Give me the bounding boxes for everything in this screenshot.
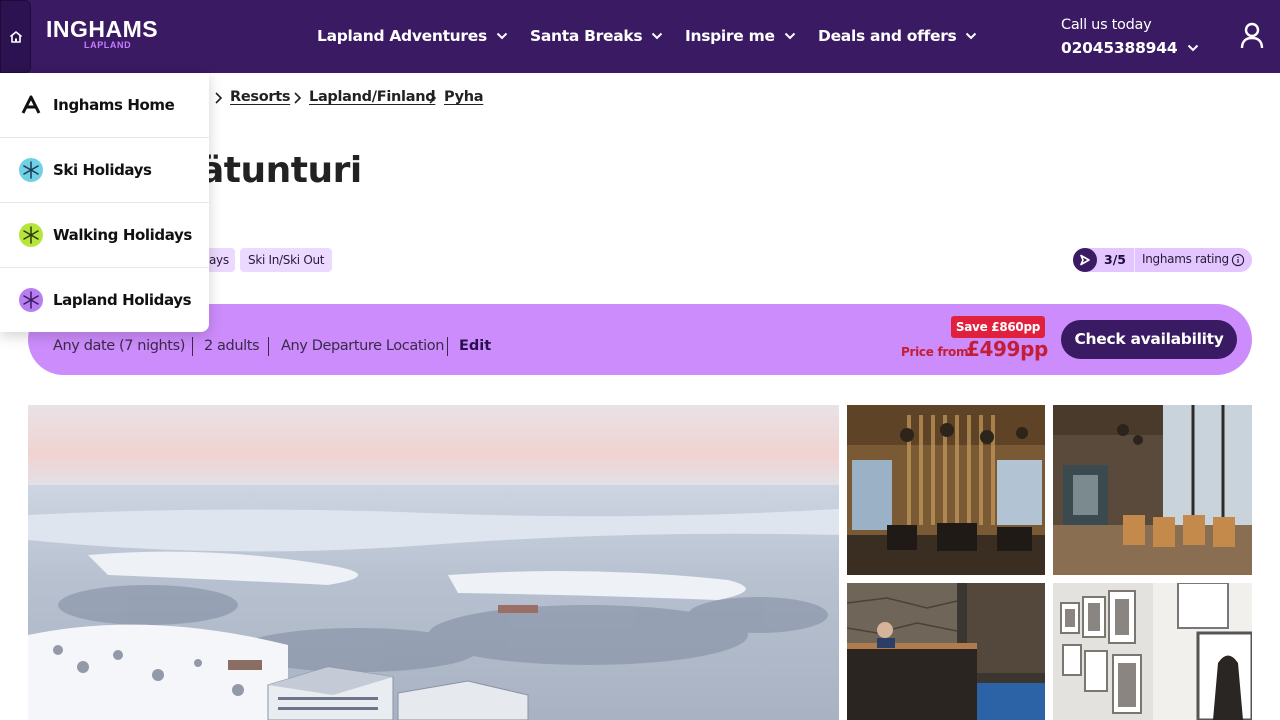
gallery-thumb-lounge[interactable] (1053, 405, 1252, 575)
breadcrumb-lapland-finland[interactable]: Lapland/Finland (309, 89, 436, 107)
gallery-thumb-reception[interactable] (847, 583, 1045, 720)
phone-number: 02045388944 (1061, 39, 1178, 57)
menu-item-lapland-holidays[interactable]: Lapland Holidays (0, 268, 209, 333)
chevron-down-icon (784, 32, 796, 40)
chevron-right-icon (294, 92, 302, 104)
inghams-arrow-icon (1073, 248, 1097, 272)
gallery-thumb-gallery-wall[interactable] (1053, 583, 1252, 720)
search-guests[interactable]: 2 adults (204, 338, 260, 354)
separator (447, 337, 448, 356)
separator (192, 337, 193, 356)
menu-item-walking-holidays[interactable]: Walking Holidays (0, 203, 209, 268)
nav-label: Deals and offers (818, 27, 957, 45)
menu-item-label: Lapland Holidays (53, 291, 192, 309)
inghams-logo[interactable]: INGHAMS LAPLAND (46, 17, 170, 53)
nav-label: Inspire me (685, 27, 775, 45)
menu-item-label: Ski Holidays (53, 161, 152, 179)
check-availability-button[interactable]: Check availability (1061, 320, 1237, 359)
inghams-logo-icon (21, 95, 41, 114)
snowflake-icon (19, 288, 43, 312)
nav-lapland-adventures[interactable]: Lapland Adventures (317, 24, 508, 48)
page-title: ätunturi (200, 150, 362, 191)
separator (268, 337, 269, 356)
call-number-toggle[interactable]: 02045388944 (1061, 39, 1199, 57)
nav-inspire-me[interactable]: Inspire me (685, 24, 796, 48)
menu-item-ski-holidays[interactable]: Ski Holidays (0, 138, 209, 203)
search-departure[interactable]: Any Departure Location (281, 338, 444, 354)
chevron-down-icon (965, 32, 977, 40)
site-header: INGHAMS LAPLAND Lapland Adventures Santa… (0, 0, 1280, 73)
chevron-right-icon (215, 92, 223, 104)
rating-label: Inghams rating (1142, 252, 1229, 266)
chevron-right-icon (429, 92, 437, 104)
snowflake-icon (19, 158, 43, 182)
breadcrumb-pyha[interactable]: Pyha (444, 89, 484, 107)
feature-tag-ski-in-ski-out: Ski In/Ski Out (240, 248, 333, 272)
nav-label: Lapland Adventures (317, 27, 487, 45)
home-menu-button[interactable] (0, 0, 31, 73)
logo-subtitle: LAPLAND (84, 40, 132, 50)
breadcrumb-resorts[interactable]: Resorts (230, 89, 291, 107)
edit-search-link[interactable]: Edit (459, 338, 491, 354)
hero-image-aerial-snow-resort[interactable] (28, 405, 839, 720)
menu-item-label: Walking Holidays (53, 226, 192, 244)
menu-item-inghams-home[interactable]: Inghams Home (0, 73, 209, 138)
nav-santa-breaks[interactable]: Santa Breaks (530, 24, 663, 48)
inghams-rating: 3/5 Inghams rating (1073, 248, 1252, 272)
price-label: Price from (901, 345, 969, 359)
logo-wordmark: INGHAMS (46, 16, 159, 42)
call-us[interactable]: Call us today 02045388944 (1061, 16, 1199, 57)
rating-value: 3/5 (1104, 252, 1126, 267)
price-value: £499pp (966, 337, 1048, 361)
user-icon (1240, 22, 1264, 49)
info-icon[interactable] (1231, 253, 1245, 267)
call-label: Call us today (1061, 17, 1152, 33)
menu-item-label: Inghams Home (53, 96, 175, 114)
home-icon (9, 30, 22, 43)
search-dates[interactable]: Any date (7 nights) (53, 338, 185, 354)
brand-switcher-menu: Inghams Home Ski Holidays Walking Holida… (0, 73, 209, 332)
save-badge: Save £860pp (951, 316, 1045, 338)
chevron-down-icon (496, 32, 508, 40)
rating-divider (1134, 248, 1135, 272)
account-button[interactable] (1239, 22, 1265, 50)
nav-deals-and-offers[interactable]: Deals and offers (818, 24, 977, 48)
gallery-thumb-restaurant[interactable] (847, 405, 1045, 575)
chevron-down-icon (1187, 44, 1199, 52)
snowflake-icon (19, 223, 43, 247)
chevron-down-icon (651, 32, 663, 40)
nav-label: Santa Breaks (530, 27, 643, 45)
